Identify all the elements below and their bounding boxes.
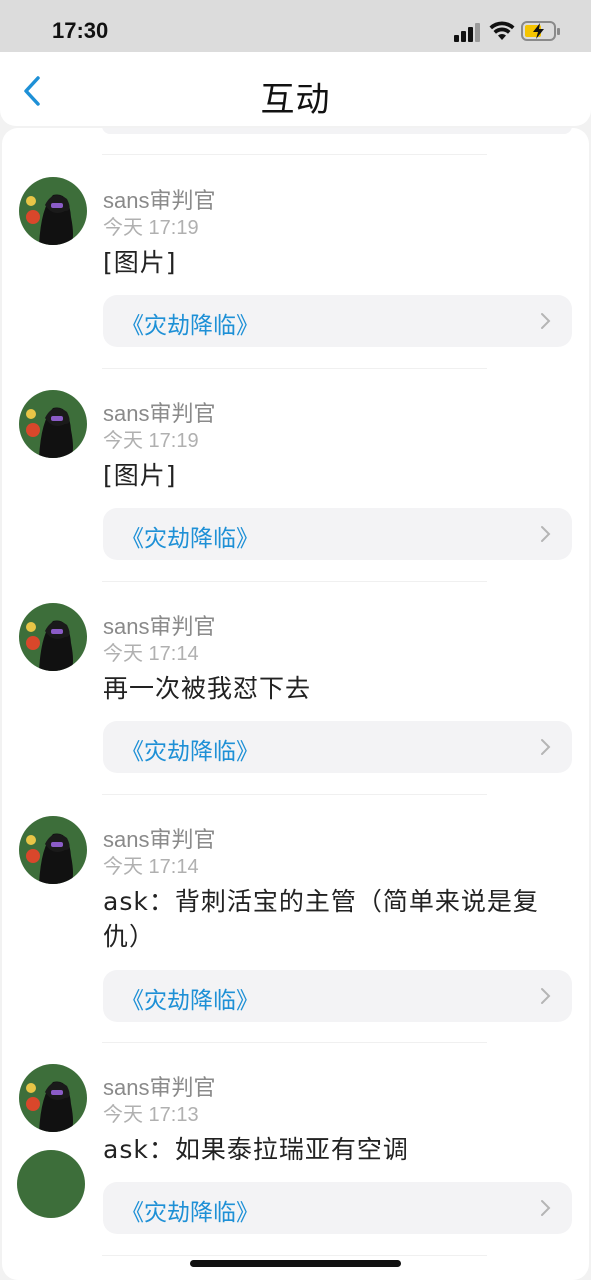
timestamp: 今天 17:14	[103, 856, 199, 878]
wifi-icon	[489, 21, 515, 40]
comment-text[interactable]: ask：如果泰拉瑞亚有空调	[103, 1132, 573, 1167]
avatar[interactable]	[19, 177, 87, 245]
status-bar: 17:30	[0, 0, 591, 52]
source-link[interactable]: 《灾劫降临》	[103, 508, 572, 560]
chevron-right-icon	[541, 526, 551, 542]
source-link[interactable]: 《灾劫降临》	[103, 1182, 572, 1234]
status-time: 17:30	[52, 18, 109, 43]
signal-icon	[454, 22, 482, 42]
nav-header: 互动	[0, 52, 591, 126]
avatar[interactable]	[19, 1064, 87, 1132]
timestamp: 今天 17:13	[103, 1104, 199, 1126]
source-link[interactable]: 《灾劫降临》	[103, 721, 572, 773]
source-title: 《灾劫降临》	[121, 739, 259, 765]
divider	[102, 1255, 487, 1256]
battery-charging-icon	[521, 21, 560, 41]
chevron-right-icon	[541, 988, 551, 1004]
divider	[102, 368, 487, 369]
timestamp: 今天 17:14	[103, 643, 199, 665]
comment-text[interactable]: 再一次被我怼下去	[103, 671, 573, 706]
comment-text[interactable]: ask：背刺活宝的主管（简单来说是复仇）	[103, 884, 573, 954]
divider	[102, 154, 487, 155]
page-title: 互动	[260, 80, 331, 120]
source-title: 《灾劫降临》	[121, 313, 259, 339]
chevron-right-icon	[541, 1200, 551, 1216]
timestamp: 今天 17:19	[103, 430, 199, 452]
chevron-right-icon	[541, 739, 551, 755]
avatar[interactable]	[19, 603, 87, 671]
source-title: 《灾劫降临》	[121, 1200, 259, 1226]
source-link[interactable]: 《灾劫降临》	[103, 295, 572, 347]
previous-source-link[interactable]	[102, 128, 572, 134]
home-indicator[interactable]	[190, 1260, 401, 1267]
comment-text[interactable]: [图片]	[103, 458, 573, 493]
avatar[interactable]	[19, 390, 87, 458]
source-link[interactable]: 《灾劫降临》	[103, 970, 572, 1022]
divider	[102, 794, 487, 795]
divider	[102, 581, 487, 582]
timestamp: 今天 17:19	[103, 217, 199, 239]
divider	[102, 1042, 487, 1043]
source-title: 《灾劫降临》	[121, 988, 259, 1014]
comment-text[interactable]: [图片]	[103, 245, 573, 280]
avatar[interactable]	[17, 1150, 85, 1218]
source-title: 《灾劫降临》	[121, 526, 259, 552]
chevron-right-icon	[541, 313, 551, 329]
interaction-feed[interactable]: sans审判官 今天 17:19 [图片] 《灾劫降临》 sans审判官 今天 …	[2, 128, 589, 1280]
avatar[interactable]	[19, 816, 87, 884]
